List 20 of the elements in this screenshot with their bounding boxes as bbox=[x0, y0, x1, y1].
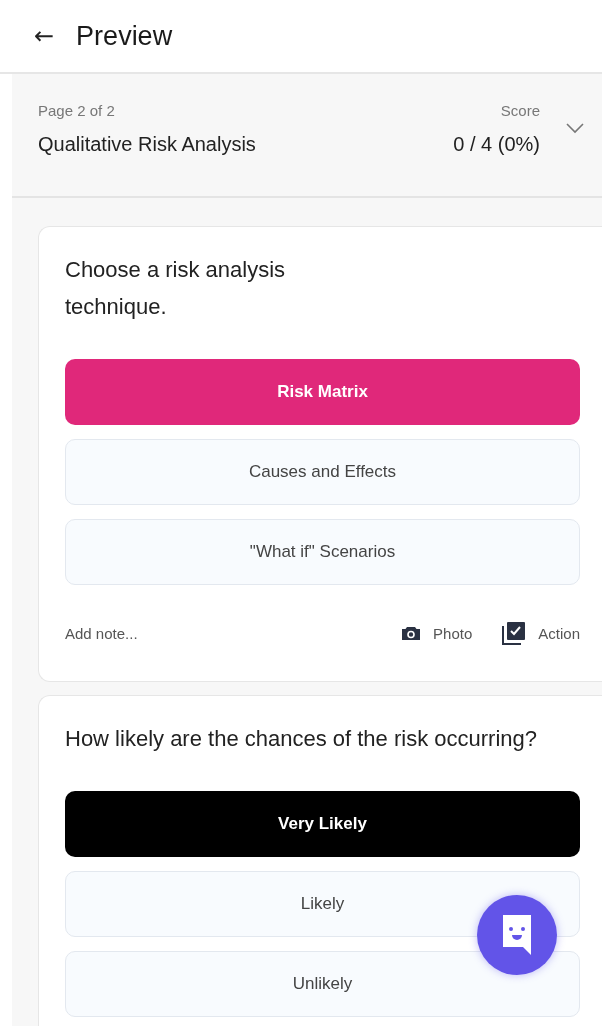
score-label: Score bbox=[500, 102, 540, 119]
checkbox-icon[interactable] bbox=[502, 621, 527, 645]
answer-option[interactable]: Causes and Effects bbox=[65, 439, 580, 505]
question-text: Choose a risk analysis technique. bbox=[65, 256, 287, 321]
page-number: Page 2 of 2 bbox=[38, 102, 116, 119]
answer-option[interactable]: Unlikely bbox=[65, 951, 580, 1017]
answer-option[interactable]: Very Likely bbox=[65, 791, 580, 857]
score-value: 0 / 4 (0%) bbox=[453, 133, 540, 156]
chevron-icon[interactable] bbox=[566, 122, 584, 134]
camera-icon[interactable] bbox=[401, 625, 422, 641]
add-note-link[interactable]: Add note... bbox=[65, 624, 372, 642]
back-button[interactable]: ← bbox=[34, 22, 55, 50]
question-text: How likely are the chances of the risk occurring? bbox=[65, 725, 538, 753]
section-title: Qualitative Risk Analysis bbox=[38, 133, 257, 156]
answer-option[interactable]: Risk Matrix bbox=[65, 359, 580, 425]
answer-option[interactable]: Likely bbox=[65, 871, 580, 937]
photo-link[interactable]: Photo bbox=[433, 624, 473, 642]
page-title: Preview bbox=[76, 20, 173, 52]
action-link[interactable]: Action bbox=[538, 624, 580, 642]
answer-option[interactable]: "What if" Scenarios bbox=[65, 519, 580, 585]
